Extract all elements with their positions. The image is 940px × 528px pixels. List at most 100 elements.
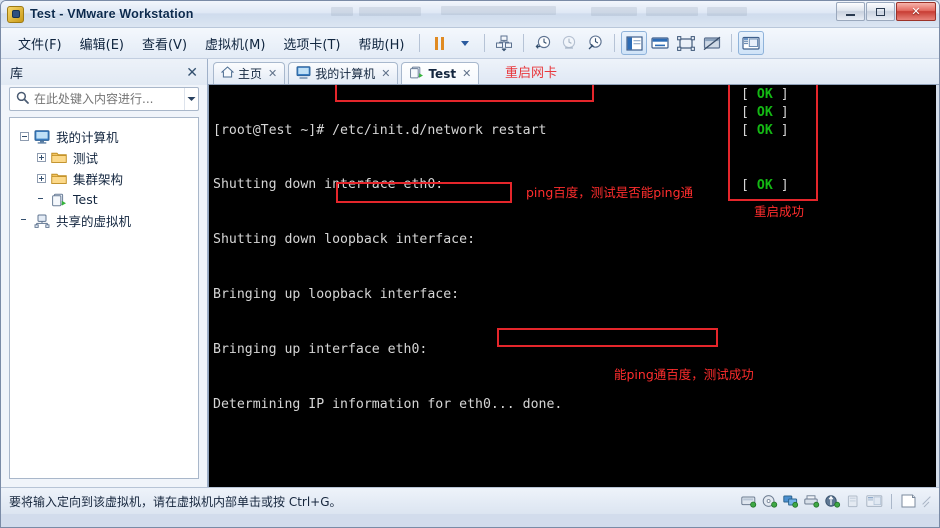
tree-label: 共享的虚拟机 bbox=[56, 214, 132, 229]
tree-node-cluster[interactable]: 集群架构 bbox=[14, 168, 194, 189]
close-button[interactable]: ✕ bbox=[896, 2, 936, 21]
show-console-view-icon[interactable] bbox=[647, 31, 673, 55]
my-computer-icon bbox=[296, 65, 311, 82]
terminal-output: [root@Test ~]# /etc/init.d/network resta… bbox=[209, 85, 939, 487]
vmware-app-icon bbox=[7, 5, 24, 23]
tab-my-computer[interactable]: 我的计算机 ✕ bbox=[288, 62, 399, 84]
show-library-icon[interactable] bbox=[621, 31, 648, 55]
terminal-line: Shutting down loopback interface: bbox=[213, 232, 476, 248]
status-message: 要将输入定向到该虚拟机，请在虚拟机内部单击或按 Ctrl+G。 bbox=[9, 494, 342, 509]
folder-icon bbox=[51, 171, 68, 186]
take-snapshot-icon[interactable] bbox=[556, 31, 582, 55]
collapse-toggle-icon[interactable] bbox=[20, 132, 29, 141]
pause-icon[interactable] bbox=[426, 31, 452, 55]
vm-console-screen[interactable]: [root@Test ~]# /etc/init.d/network resta… bbox=[208, 84, 939, 487]
tree-label: 我的计算机 bbox=[56, 130, 119, 145]
bracket-left: [ bbox=[741, 178, 749, 193]
toolbar-separator-4 bbox=[614, 34, 616, 52]
sound-card-icon[interactable] bbox=[845, 494, 862, 509]
tree-spacer bbox=[37, 195, 46, 204]
revert-snapshot-icon[interactable] bbox=[530, 31, 556, 55]
title-bar-ghost-text bbox=[331, 6, 751, 18]
bracket-left: [ bbox=[741, 123, 749, 139]
menu-help[interactable]: 帮助(H) bbox=[350, 31, 414, 56]
cd-dvd-icon[interactable] bbox=[761, 494, 778, 509]
annotation-restart-nic: 重启网卡 bbox=[505, 66, 558, 81]
expand-toggle-icon[interactable] bbox=[37, 153, 46, 162]
minimize-button[interactable] bbox=[836, 2, 865, 21]
hard-disk-icon[interactable] bbox=[740, 494, 757, 509]
tray-separator bbox=[891, 493, 892, 509]
close-icon[interactable]: ✕ bbox=[381, 67, 390, 80]
window-controls: ✕ bbox=[836, 2, 936, 21]
status-ok-2: [ OK ] bbox=[741, 105, 789, 120]
toolbar-separator-1 bbox=[419, 34, 421, 52]
menu-edit[interactable]: 编辑(E) bbox=[71, 31, 133, 56]
status-ok-3: [ OK ] bbox=[741, 123, 789, 138]
bracket-right: ] bbox=[780, 104, 789, 120]
menu-file[interactable]: 文件(F) bbox=[9, 31, 71, 56]
toolbar-separator-3 bbox=[523, 34, 525, 52]
chevron-down-icon[interactable] bbox=[184, 88, 198, 110]
tab-home[interactable]: 主页 ✕ bbox=[213, 62, 286, 84]
status-ok-1: [ OK ] bbox=[741, 87, 789, 102]
tree-node-test-vm[interactable]: Test bbox=[14, 189, 194, 210]
menu-tabs[interactable]: 选项卡(T) bbox=[274, 31, 349, 56]
console-right-edge bbox=[936, 85, 939, 487]
tab-strip: 主页 ✕ 我的计算机 ✕ Test ✕ 重启网卡 bbox=[208, 59, 939, 84]
vm-running-icon bbox=[51, 192, 68, 207]
terminal-line: Bringing up interface eth0: bbox=[213, 342, 428, 358]
snapshot-icon[interactable] bbox=[491, 31, 517, 55]
close-icon[interactable]: ✕ bbox=[268, 67, 277, 80]
bracket-right: ] bbox=[780, 123, 789, 139]
expand-toggle-icon[interactable] bbox=[37, 174, 46, 183]
tree-node-shared-vms[interactable]: 共享的虚拟机 bbox=[14, 210, 194, 231]
toolbar-separator-5 bbox=[731, 34, 733, 52]
tab-test[interactable]: Test ✕ bbox=[401, 62, 480, 84]
maximize-button[interactable] bbox=[866, 2, 895, 21]
usb-icon[interactable] bbox=[824, 494, 841, 509]
library-title: 库 bbox=[10, 66, 24, 82]
home-icon bbox=[220, 66, 235, 81]
annotation-restart-success: 重启成功 bbox=[754, 204, 805, 219]
tree-label: Test bbox=[73, 192, 98, 207]
fullscreen-icon[interactable] bbox=[673, 31, 699, 55]
tree-label: 集群架构 bbox=[73, 172, 124, 187]
folder-icon bbox=[51, 150, 68, 165]
main-content: 库 ✕ 在此处键入内容进行... 我的计算机 测试 集群架构 Test 共享的虚… bbox=[1, 59, 939, 487]
vm-running-icon bbox=[409, 66, 424, 82]
snapshot-manager-icon[interactable] bbox=[582, 31, 608, 55]
show-thumbnails-icon[interactable] bbox=[738, 31, 765, 55]
status-ok-4: [ OK ] bbox=[741, 178, 789, 193]
bracket-left: [ bbox=[741, 104, 749, 120]
bracket-right: ] bbox=[780, 178, 789, 193]
display-icon[interactable] bbox=[866, 494, 883, 509]
dropdown-caret-icon[interactable] bbox=[452, 31, 478, 55]
close-icon[interactable]: ✕ bbox=[183, 64, 201, 81]
menu-vm[interactable]: 虚拟机(M) bbox=[196, 31, 274, 56]
toolbar-separator-2 bbox=[484, 34, 486, 52]
notes-icon[interactable] bbox=[900, 494, 917, 509]
ok-text: OK bbox=[756, 86, 773, 102]
bracket-left: [ bbox=[741, 86, 749, 102]
title-bar: Test - VMware Workstation ✕ bbox=[1, 1, 939, 28]
network-adapter-icon[interactable] bbox=[782, 494, 799, 509]
vmware-workstation-window: Test - VMware Workstation ✕ 文件(F) 编辑(E) … bbox=[0, 0, 940, 528]
tab-label: 我的计算机 bbox=[315, 67, 376, 81]
tree-node-ceshi[interactable]: 测试 bbox=[14, 147, 194, 168]
terminal-line: Bringing up loopback interface: bbox=[213, 287, 460, 303]
annotation-ping-success: 能ping通百度，测试成功 bbox=[614, 367, 754, 382]
unity-mode-icon[interactable] bbox=[699, 31, 725, 55]
annotation-ping-baidu: ping百度，测试是否能ping通 bbox=[526, 185, 694, 200]
resize-grip[interactable] bbox=[921, 495, 933, 507]
tree-node-my-computer[interactable]: 我的计算机 bbox=[14, 126, 194, 147]
close-icon[interactable]: ✕ bbox=[462, 67, 471, 80]
library-search-box[interactable] bbox=[9, 87, 199, 111]
menu-view[interactable]: 查看(V) bbox=[133, 31, 196, 56]
search-input[interactable] bbox=[34, 92, 184, 106]
bracket-right: ] bbox=[780, 86, 789, 102]
printer-icon[interactable] bbox=[803, 494, 820, 509]
window-title: Test - VMware Workstation bbox=[30, 7, 194, 21]
search-icon bbox=[16, 91, 29, 107]
